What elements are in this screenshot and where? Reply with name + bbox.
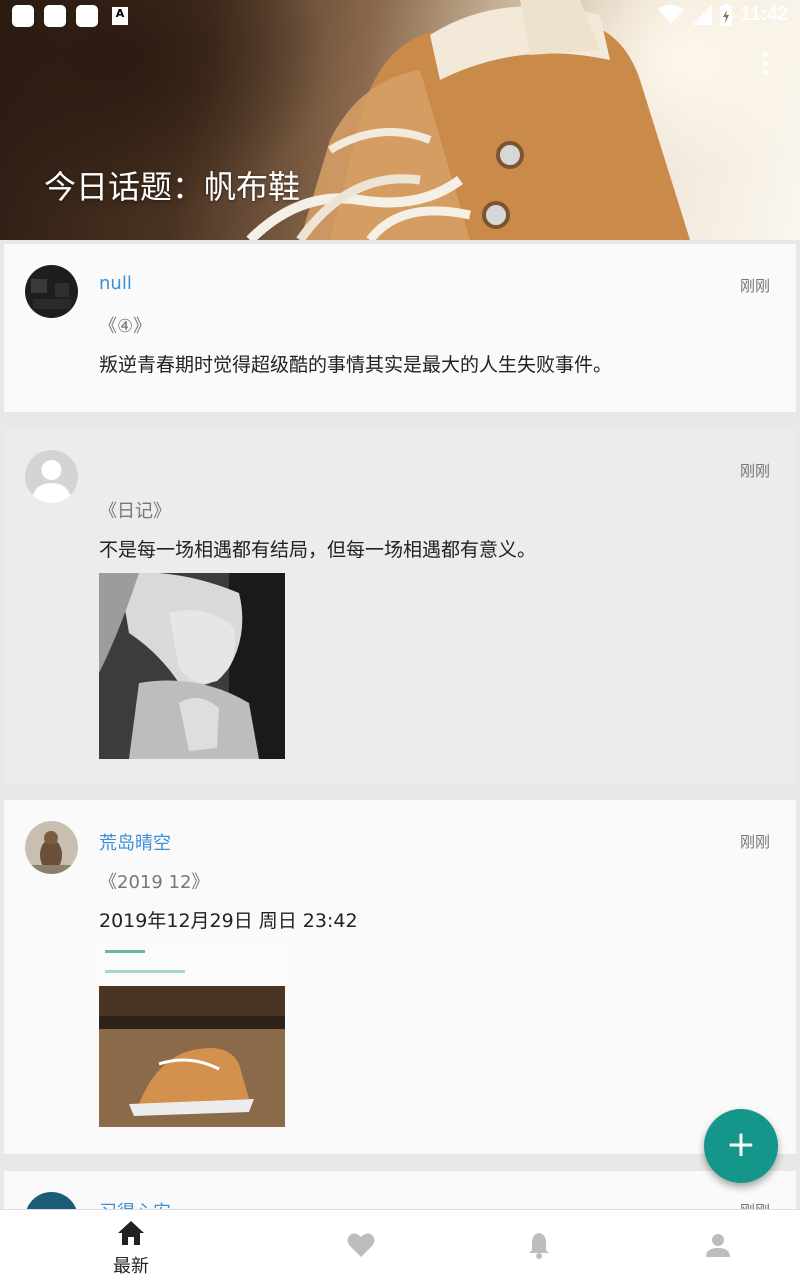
- person-icon: [706, 1234, 730, 1257]
- avatar[interactable]: [25, 821, 78, 874]
- post-body: 叛逆青春期时觉得超级酷的事情其实是最大的人生失败事件。: [99, 354, 613, 376]
- post-title: 《日记》: [99, 501, 171, 522]
- nav-item-notifications[interactable]: [439, 1210, 639, 1281]
- app-notification-icon: [44, 5, 66, 27]
- cell-signal-icon: [692, 5, 713, 25]
- nav-item-favorites[interactable]: [261, 1210, 461, 1281]
- add-icon: +: [725, 1124, 757, 1165]
- topic-title: 今日话题：帆布鞋: [44, 168, 301, 206]
- topic-header: A 11:42 今日话题：帆布鞋: [0, 0, 800, 240]
- post-username[interactable]: 荒岛晴空: [99, 829, 171, 855]
- avatar-placeholder[interactable]: [25, 450, 78, 503]
- app-notification-icon: [76, 5, 98, 27]
- bell-icon: [529, 1233, 549, 1259]
- post-image[interactable]: [99, 944, 285, 1127]
- add-post-button[interactable]: +: [704, 1109, 778, 1183]
- nav-item-latest[interactable]: 最新: [31, 1210, 231, 1281]
- post-time: 刚刚: [739, 462, 770, 480]
- post-card[interactable]: null 刚刚 《④》 叛逆青春期时觉得超级酷的事情其实是最大的人生失败事件。: [4, 244, 796, 412]
- app-notification-icon: [12, 5, 34, 27]
- status-time: 11:42: [740, 4, 788, 25]
- battery-charging-icon: [720, 4, 733, 26]
- more-vert-icon[interactable]: [760, 52, 770, 76]
- post-time: 刚刚: [739, 277, 770, 295]
- post-body: 不是每一场相遇都有结局，但每一场相遇都有意义。: [99, 539, 537, 561]
- post-body: 2019年12月29日 周日 23:42: [99, 910, 358, 932]
- post-image[interactable]: [99, 573, 285, 759]
- post-time: 刚刚: [739, 833, 770, 851]
- post-title: 《④》: [99, 316, 152, 337]
- a-letter-icon: A: [112, 7, 128, 25]
- wifi-icon: [658, 5, 685, 24]
- post-card[interactable]: 刚刚 《日记》 不是每一场相遇都有结局，但每一场相遇都有意义。: [4, 429, 796, 783]
- avatar[interactable]: [25, 265, 78, 318]
- status-bar: A 11:42: [0, 0, 800, 32]
- post-card[interactable]: 荒岛晴空 刚刚 《2019 12》 2019年12月29日 周日 23:42: [4, 800, 796, 1154]
- heart-icon: [347, 1233, 375, 1257]
- nav-label-latest: 最新: [113, 1256, 149, 1277]
- post-username[interactable]: null: [99, 273, 132, 294]
- nav-item-profile[interactable]: [618, 1210, 800, 1281]
- home-icon: [118, 1221, 144, 1245]
- bottom-navigation: 最新: [0, 1209, 800, 1281]
- post-title: 《2019 12》: [99, 872, 210, 893]
